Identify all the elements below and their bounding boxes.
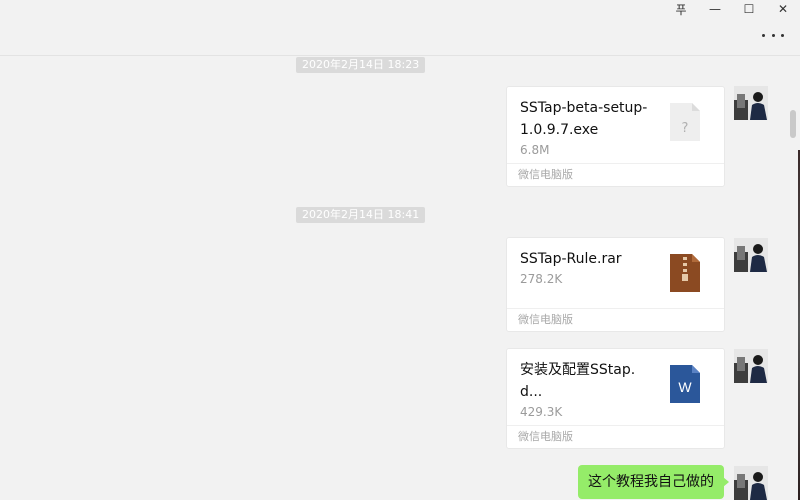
file-name: SSTap-beta-setup-1.0.9.7.exe [520,100,648,138]
file-name: SSTap-Rule.rar [520,251,622,267]
file-message-card[interactable]: 安装及配置SStap.d... 429.3K W 微信电脑版 [506,348,725,449]
unknown-file-icon: ? [670,103,700,141]
minimize-button[interactable]: — [698,0,732,18]
avatar[interactable] [734,349,768,383]
file-size: 429.3K [520,405,563,419]
text-message-bubble[interactable]: 这个教程我自己做的 [578,465,729,499]
source-label: 微信电脑版 [507,425,724,448]
file-size: 278.2K [520,272,563,286]
file-message-card[interactable]: SSTap-Rule.rar 278.2K 微信电脑版 [506,237,725,332]
chat-header: 푸 — ☐ ✕ [0,0,800,56]
chat-scrollbar[interactable] [790,110,796,138]
file-message-card[interactable]: SSTap-beta-setup-1.0.9.7.exe 6.8M ? 微信电脑… [506,86,725,187]
file-size: 6.8M [520,143,550,157]
avatar[interactable] [734,466,768,500]
timestamp-label: 2020年2月14日 18:41 [296,207,426,223]
word-document-icon: W [670,365,700,403]
avatar[interactable] [734,238,768,272]
svg-text:?: ? [682,121,689,136]
avatar[interactable] [734,86,768,120]
pin-icon[interactable]: 푸 [664,0,698,18]
word-letter: W [678,379,692,395]
maximize-button[interactable]: ☐ [732,0,766,18]
source-label: 微信电脑版 [507,163,724,186]
chat-window: 푸 — ☐ ✕ 2020年2月14日 18:23 SSTap-beta-setu… [0,0,800,500]
close-button[interactable]: ✕ [766,0,800,18]
archive-file-icon [670,254,700,292]
timestamp-label: 2020年2月14日 18:23 [296,57,426,73]
file-name: 安装及配置SStap.d... [520,362,636,400]
window-controls: 푸 — ☐ ✕ [664,0,800,18]
more-options-icon[interactable] [762,28,784,42]
source-label: 微信电脑版 [507,308,724,331]
